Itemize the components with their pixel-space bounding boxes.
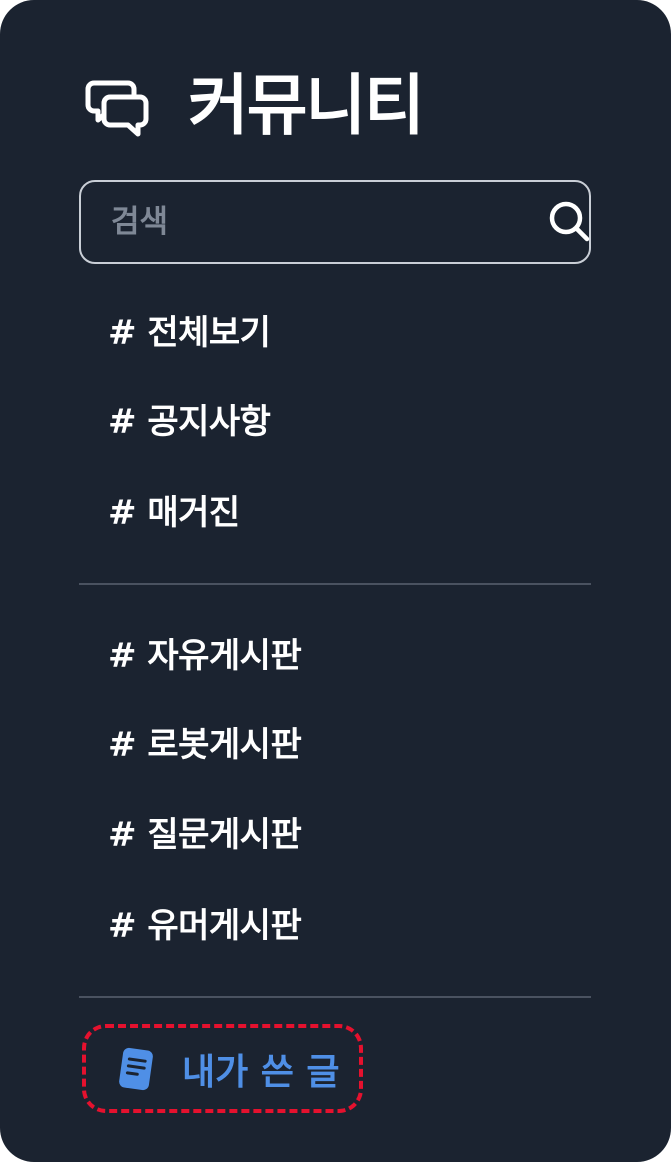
document-icon	[116, 1046, 156, 1092]
my-posts-label: 내가 쓴 글	[182, 1051, 340, 1093]
my-posts-button[interactable]: 내가 쓴 글	[82, 1024, 363, 1113]
divider	[79, 583, 591, 585]
menu-item-question-board[interactable]: # 질문게시판	[108, 810, 302, 860]
menu-item-humor-board[interactable]: # 유머게시판	[108, 901, 302, 951]
divider	[79, 996, 591, 998]
menu-item-notices[interactable]: # 공지사항	[108, 397, 271, 447]
search-box[interactable]	[79, 180, 591, 264]
menu-item-all[interactable]: # 전체보기	[108, 308, 271, 358]
menu-item-robot-board[interactable]: # 로봇게시판	[108, 720, 302, 770]
search-input[interactable]	[81, 182, 547, 262]
page-title: 커뮤니티	[188, 67, 425, 144]
menu-item-free-board[interactable]: # 자유게시판	[108, 631, 302, 681]
chat-bubbles-icon	[84, 71, 154, 141]
search-icon[interactable]	[547, 199, 593, 245]
menu-item-magazine[interactable]: # 매거진	[108, 488, 240, 538]
community-sidebar: 커뮤니티 # 전체보기 # 공지사항 # 매거진 # 자유게시판 # 로봇게시판…	[0, 0, 671, 1162]
sidebar-header: 커뮤니티	[84, 66, 425, 146]
